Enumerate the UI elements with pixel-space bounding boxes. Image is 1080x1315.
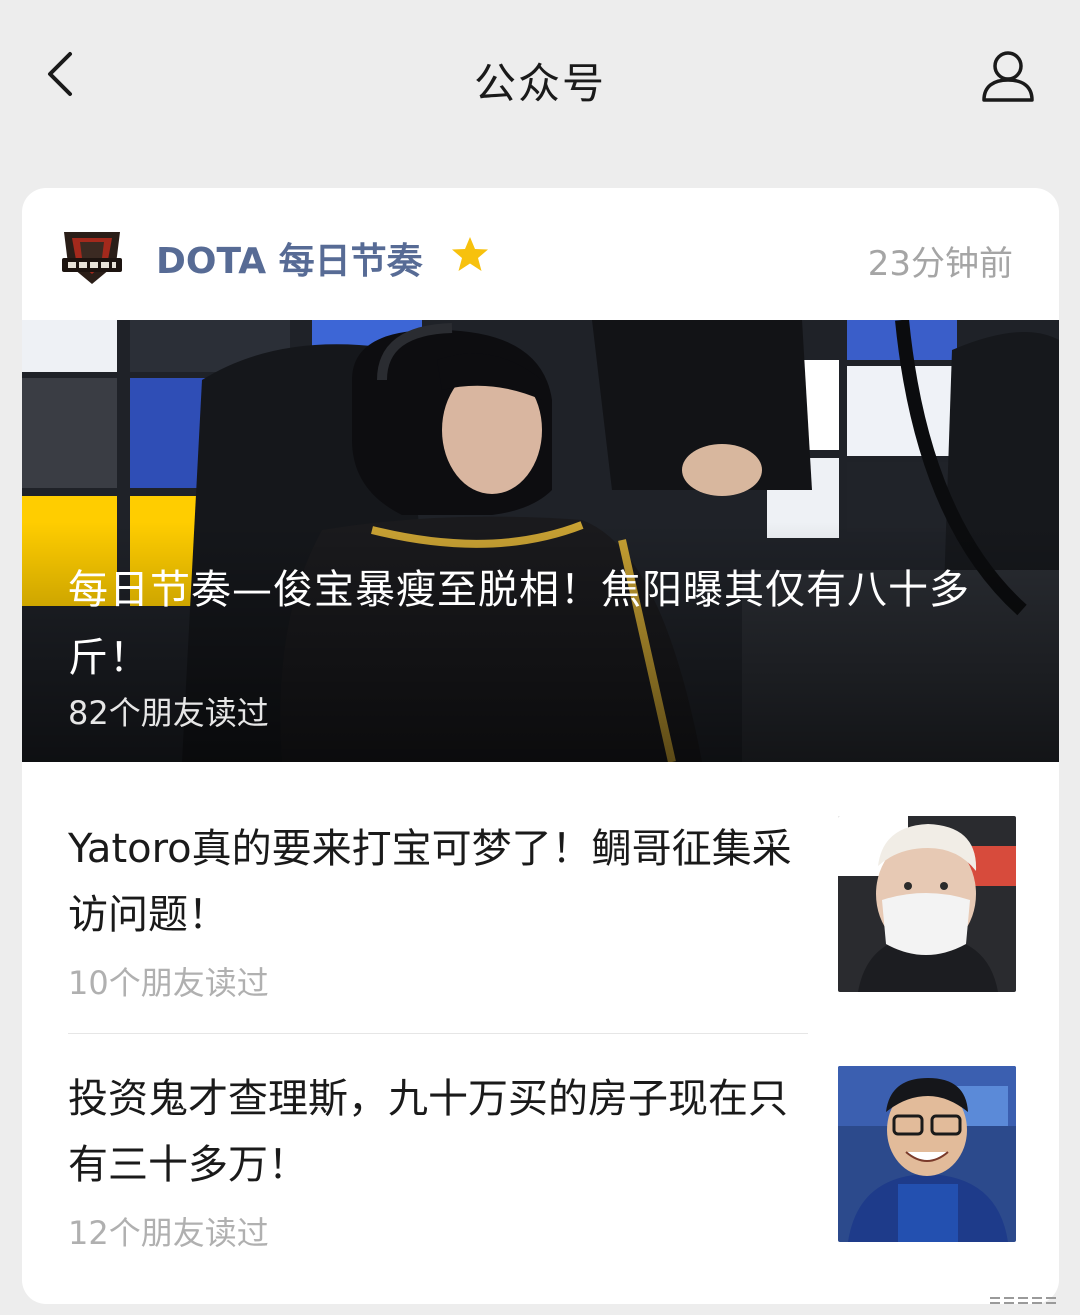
account-article-card: DOTA 每日节奏 23分钟前 每日节奏—俊宝暴瘦至脱相！焦阳曝其仅有八十多斤！…: [22, 188, 1059, 1304]
star-icon: [452, 237, 488, 271]
article-thumbnail: [838, 816, 1016, 992]
watermark-icon: [990, 1297, 1056, 1304]
account-name[interactable]: DOTA 每日节奏: [156, 232, 423, 284]
dota-logo-icon: [62, 232, 122, 284]
article-item-2[interactable]: 投资鬼才查理斯，九十万买的房子现在只有三十多万！ 12个朋友读过: [68, 1066, 1018, 1256]
post-time: 23分钟前: [867, 244, 1013, 284]
card-header: DOTA 每日节奏 23分钟前: [22, 188, 1059, 320]
article-title: 投资鬼才查理斯，九十万买的房子现在只有三十多万！: [68, 1076, 788, 1188]
page-title: 公众号: [473, 59, 606, 108]
article-title: Yatoro真的要来打宝可梦了！鲷哥征集采访问题！: [68, 826, 792, 938]
account-logo[interactable]: [58, 224, 126, 288]
thumbnail-image: [838, 1066, 1016, 1242]
article-divider: [68, 1033, 808, 1034]
article-thumbnail: [838, 1066, 1016, 1242]
article-readers: 10个朋友读过: [68, 964, 269, 1002]
article-readers: 12个朋友读过: [68, 1214, 269, 1252]
person-icon: [982, 51, 1034, 102]
hero-article[interactable]: 每日节奏—俊宝暴瘦至脱相！焦阳曝其仅有八十多斤！ 82个朋友读过: [22, 320, 1059, 762]
top-nav-bar: 公众号: [0, 0, 1080, 150]
thumbnail-image: [838, 816, 1016, 992]
profile-button[interactable]: [976, 44, 1040, 108]
hero-article-readers: 82个朋友读过: [68, 694, 269, 732]
article-item-1[interactable]: Yatoro真的要来打宝可梦了！鲷哥征集采访问题！ 10个朋友读过: [68, 816, 1018, 1006]
hero-article-title: 每日节奏—俊宝暴瘦至脱相！焦阳曝其仅有八十多斤！: [68, 567, 970, 681]
